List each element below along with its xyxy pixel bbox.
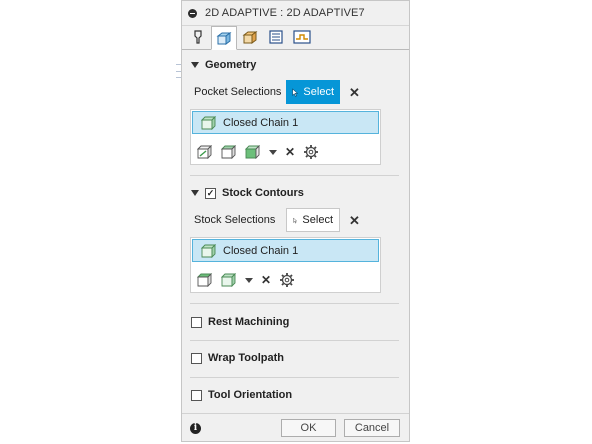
more-options-chevron-icon[interactable] [269,149,277,155]
dialog-title: 2D ADAPTIVE : 2D ADAPTIVE7 [205,7,365,19]
section-divider [190,303,399,304]
section-divider [190,175,399,176]
pocket-selection-tools: ✕ [197,144,327,160]
chain-icon [201,243,217,258]
adaptive-dialog: 2D ADAPTIVE : 2D ADAPTIVE7 Geometry Pock… [181,0,410,442]
dialog-footer: i OK Cancel [182,413,409,442]
tool-orientation-label: Tool Orientation [208,389,293,401]
stock-clear-button[interactable]: ✕ [349,213,360,229]
stock-selection-list: Closed Chain 1 ✕ [190,237,381,293]
collapse-triangle-icon [191,190,199,196]
pocket-chain-label: Closed Chain 1 [223,116,299,129]
select-body-icon[interactable] [245,145,261,159]
select-silhouette-icon[interactable] [197,273,213,287]
stock-selections-label: Stock Selections [194,214,276,226]
stock-contours-section-header[interactable]: ✓ Stock Contours [191,187,304,199]
select-faces-icon[interactable] [197,145,213,159]
tool-orientation-checkbox[interactable] [191,389,202,401]
ok-button[interactable]: OK [281,419,336,437]
stock-select-label: Select [302,214,333,226]
wrap-toolpath-section[interactable]: Wrap Toolpath [191,352,284,364]
stock-select-button[interactable]: Select [286,208,340,232]
rest-machining-section[interactable]: Rest Machining [191,316,289,328]
stock-chain-item[interactable]: Closed Chain 1 [192,239,379,262]
pocket-selection-list: Closed Chain 1 ✕ [190,109,381,165]
chain-icon [201,115,217,130]
cursor-icon [293,217,298,223]
heights-icon [242,31,258,44]
select-body-icon[interactable] [221,273,237,287]
section-divider [190,340,399,341]
geometry-section-header[interactable]: Geometry [191,59,256,71]
gear-icon[interactable] [279,272,295,288]
pocket-select-button[interactable]: Select [286,80,340,104]
stock-contours-heading: Stock Contours [222,187,304,199]
section-divider [190,377,399,378]
rest-machining-checkbox[interactable] [191,316,202,328]
pocket-select-label: Select [303,86,334,98]
rest-machining-label: Rest Machining [208,316,290,328]
gear-icon[interactable] [303,144,319,160]
stock-contours-checkbox[interactable]: ✓ [205,187,216,199]
pocket-chain-item[interactable]: Closed Chain 1 [192,111,379,134]
tool-icon [194,30,202,44]
tab-tool[interactable] [185,26,211,48]
stock-chain-label: Closed Chain 1 [223,244,299,257]
wrap-toolpath-checkbox[interactable] [191,352,202,364]
info-icon[interactable]: i [190,423,201,434]
tab-heights[interactable] [237,26,263,48]
pocket-selections-label: Pocket Selections [194,86,282,98]
stock-selection-tools: ✕ [197,272,303,288]
remove-selection-icon[interactable]: ✕ [285,145,295,159]
tab-geometry[interactable] [211,26,237,50]
tab-linking[interactable] [289,26,315,48]
cursor-icon [292,87,299,97]
remove-selection-icon[interactable]: ✕ [261,273,271,287]
linking-icon [293,30,311,44]
select-silhouette-icon[interactable] [221,145,237,159]
tab-bar [182,26,409,50]
wrap-toolpath-label: Wrap Toolpath [208,352,284,364]
background-canvas [0,0,181,444]
collapse-icon[interactable] [188,8,197,18]
geometry-icon [216,32,232,45]
geometry-heading: Geometry [205,59,257,71]
tool-orientation-section[interactable]: Tool Orientation [191,389,292,401]
passes-icon [269,30,283,44]
cancel-button[interactable]: Cancel [344,419,400,437]
tab-passes[interactable] [263,26,289,48]
collapse-triangle-icon [191,62,199,68]
pocket-clear-button[interactable]: ✕ [349,85,360,101]
more-options-chevron-icon[interactable] [245,277,253,283]
dialog-titlebar: 2D ADAPTIVE : 2D ADAPTIVE7 [182,1,409,26]
